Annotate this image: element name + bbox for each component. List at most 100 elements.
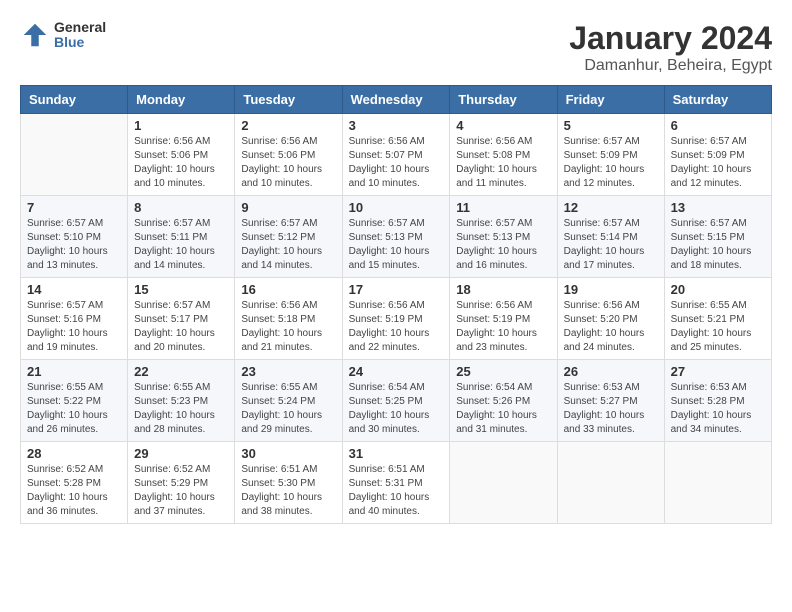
day-number: 4: [456, 118, 550, 133]
day-cell: 3Sunrise: 6:56 AMSunset: 5:07 PMDaylight…: [342, 114, 450, 196]
day-info: Sunrise: 6:57 AMSunset: 5:11 PMDaylight:…: [134, 217, 228, 273]
day-info: Sunrise: 6:52 AMSunset: 5:28 PMDaylight:…: [27, 463, 121, 519]
day-cell: 7 Sunrise: 6:57 AMSunset: 5:10 PMDaylight…: [21, 196, 128, 278]
day-info: Sunrise: 6:54 AMSunset: 5:25 PMDaylight:…: [349, 381, 444, 437]
day-cell: 26Sunrise: 6:53 AMSunset: 5:27 PMDayligh…: [557, 360, 664, 442]
day-number: 21: [27, 364, 121, 379]
day-info: Sunrise: 6:57 AMSunset: 5:14 PMDaylight:…: [564, 217, 658, 273]
day-info: Sunrise: 6:56 AMSunset: 5:18 PMDaylight:…: [241, 299, 335, 355]
logo: General Blue: [20, 20, 106, 51]
week-row-1: 7 Sunrise: 6:57 AMSunset: 5:10 PMDaylight…: [21, 196, 772, 278]
day-cell: 17 Sunrise: 6:56 AMSunset: 5:19 PMDayligh…: [342, 278, 450, 360]
header-tuesday: Tuesday: [235, 86, 342, 114]
day-cell: 5Sunrise: 6:57 AMSunset: 5:09 PMDaylight…: [557, 114, 664, 196]
day-number: 25: [456, 364, 550, 379]
day-number: 5: [564, 118, 658, 133]
day-cell: 1Sunrise: 6:56 AMSunset: 5:06 PMDaylight…: [128, 114, 235, 196]
day-number: 11: [456, 200, 550, 215]
day-number: 27: [671, 364, 765, 379]
day-number: 29: [134, 446, 228, 461]
day-number: 13: [671, 200, 765, 215]
day-cell: 18 Sunrise: 6:56 AMSunset: 5:19 PMDayligh…: [450, 278, 557, 360]
day-info: Sunrise: 6:56 AMSunset: 5:19 PMDaylight:…: [456, 299, 550, 355]
day-number: 9: [241, 200, 335, 215]
day-info: Sunrise: 6:56 AMSunset: 5:06 PMDaylight:…: [241, 135, 335, 191]
day-cell: 9 Sunrise: 6:57 AMSunset: 5:12 PMDaylight…: [235, 196, 342, 278]
day-cell: [450, 442, 557, 524]
day-cell: 25 Sunrise: 6:54 AMSunset: 5:26 PMDayligh…: [450, 360, 557, 442]
day-number: 28: [27, 446, 121, 461]
day-cell: 12 Sunrise: 6:57 AMSunset: 5:14 PMDayligh…: [557, 196, 664, 278]
day-cell: 6 Sunrise: 6:57 AMSunset: 5:09 PMDaylight…: [664, 114, 771, 196]
header-monday: Monday: [128, 86, 235, 114]
day-info: Sunrise: 6:57 AMSunset: 5:10 PMDaylight:…: [27, 217, 121, 273]
logo-icon: [20, 20, 50, 50]
day-number: 10: [349, 200, 444, 215]
day-cell: 4 Sunrise: 6:56 AMSunset: 5:08 PMDaylight…: [450, 114, 557, 196]
day-info: Sunrise: 6:52 AMSunset: 5:29 PMDaylight:…: [134, 463, 228, 519]
day-number: 15: [134, 282, 228, 297]
day-info: Sunrise: 6:55 AMSunset: 5:22 PMDaylight:…: [27, 381, 121, 437]
day-number: 12: [564, 200, 658, 215]
week-row-3: 21 Sunrise: 6:55 AMSunset: 5:22 PMDayligh…: [21, 360, 772, 442]
day-info: Sunrise: 6:57 AMSunset: 5:09 PMDaylight:…: [671, 135, 765, 191]
day-number: 6: [671, 118, 765, 133]
day-cell: 19Sunrise: 6:56 AMSunset: 5:20 PMDayligh…: [557, 278, 664, 360]
day-cell: 30Sunrise: 6:51 AMSunset: 5:30 PMDayligh…: [235, 442, 342, 524]
day-cell: 27Sunrise: 6:53 AMSunset: 5:28 PMDayligh…: [664, 360, 771, 442]
day-number: 17: [349, 282, 444, 297]
day-cell: 28 Sunrise: 6:52 AMSunset: 5:28 PMDayligh…: [21, 442, 128, 524]
day-cell: 31 Sunrise: 6:51 AMSunset: 5:31 PMDayligh…: [342, 442, 450, 524]
logo-general: General: [54, 20, 106, 35]
day-cell: 11Sunrise: 6:57 AMSunset: 5:13 PMDayligh…: [450, 196, 557, 278]
month-title: January 2024: [569, 20, 772, 57]
day-number: 23: [241, 364, 335, 379]
day-cell: 22 Sunrise: 6:55 AMSunset: 5:23 PMDayligh…: [128, 360, 235, 442]
calendar-table: SundayMondayTuesdayWednesdayThursdayFrid…: [20, 85, 772, 524]
day-number: 22: [134, 364, 228, 379]
day-info: Sunrise: 6:54 AMSunset: 5:26 PMDaylight:…: [456, 381, 550, 437]
day-info: Sunrise: 6:56 AMSunset: 5:06 PMDaylight:…: [134, 135, 228, 191]
day-info: Sunrise: 6:57 AMSunset: 5:16 PMDaylight:…: [27, 299, 121, 355]
day-info: Sunrise: 6:57 AMSunset: 5:15 PMDaylight:…: [671, 217, 765, 273]
day-cell: 20Sunrise: 6:55 AMSunset: 5:21 PMDayligh…: [664, 278, 771, 360]
week-row-0: 1Sunrise: 6:56 AMSunset: 5:06 PMDaylight…: [21, 114, 772, 196]
header-wednesday: Wednesday: [342, 86, 450, 114]
day-number: 8: [134, 200, 228, 215]
header-friday: Friday: [557, 86, 664, 114]
day-cell: 24 Sunrise: 6:54 AMSunset: 5:25 PMDayligh…: [342, 360, 450, 442]
week-row-2: 14 Sunrise: 6:57 AMSunset: 5:16 PMDayligh…: [21, 278, 772, 360]
day-number: 16: [241, 282, 335, 297]
day-cell: 23 Sunrise: 6:55 AMSunset: 5:24 PMDayligh…: [235, 360, 342, 442]
header-saturday: Saturday: [664, 86, 771, 114]
day-number: 18: [456, 282, 550, 297]
page-header: General Blue January 2024 Damanhur, Behe…: [20, 20, 772, 75]
day-cell: [557, 442, 664, 524]
day-info: Sunrise: 6:56 AMSunset: 5:08 PMDaylight:…: [456, 135, 550, 191]
day-info: Sunrise: 6:55 AMSunset: 5:21 PMDaylight:…: [671, 299, 765, 355]
day-info: Sunrise: 6:56 AMSunset: 5:20 PMDaylight:…: [564, 299, 658, 355]
day-info: Sunrise: 6:53 AMSunset: 5:27 PMDaylight:…: [564, 381, 658, 437]
day-info: Sunrise: 6:51 AMSunset: 5:31 PMDaylight:…: [349, 463, 444, 519]
title-section: January 2024 Damanhur, Beheira, Egypt: [569, 20, 772, 75]
day-info: Sunrise: 6:57 AMSunset: 5:17 PMDaylight:…: [134, 299, 228, 355]
location-subtitle: Damanhur, Beheira, Egypt: [569, 57, 772, 75]
day-info: Sunrise: 6:57 AMSunset: 5:12 PMDaylight:…: [241, 217, 335, 273]
day-info: Sunrise: 6:55 AMSunset: 5:24 PMDaylight:…: [241, 381, 335, 437]
day-number: 14: [27, 282, 121, 297]
day-cell: [21, 114, 128, 196]
day-number: 7: [27, 200, 121, 215]
calendar-header-row: SundayMondayTuesdayWednesdayThursdayFrid…: [21, 86, 772, 114]
day-number: 31: [349, 446, 444, 461]
day-cell: [664, 442, 771, 524]
day-info: Sunrise: 6:55 AMSunset: 5:23 PMDaylight:…: [134, 381, 228, 437]
day-info: Sunrise: 6:56 AMSunset: 5:19 PMDaylight:…: [349, 299, 444, 355]
day-cell: 29 Sunrise: 6:52 AMSunset: 5:29 PMDayligh…: [128, 442, 235, 524]
day-cell: 13 Sunrise: 6:57 AMSunset: 5:15 PMDayligh…: [664, 196, 771, 278]
day-cell: 15 Sunrise: 6:57 AMSunset: 5:17 PMDayligh…: [128, 278, 235, 360]
day-number: 24: [349, 364, 444, 379]
day-cell: 16 Sunrise: 6:56 AMSunset: 5:18 PMDayligh…: [235, 278, 342, 360]
day-cell: 14 Sunrise: 6:57 AMSunset: 5:16 PMDayligh…: [21, 278, 128, 360]
logo-blue: Blue: [54, 35, 106, 50]
day-cell: 8 Sunrise: 6:57 AMSunset: 5:11 PMDaylight…: [128, 196, 235, 278]
